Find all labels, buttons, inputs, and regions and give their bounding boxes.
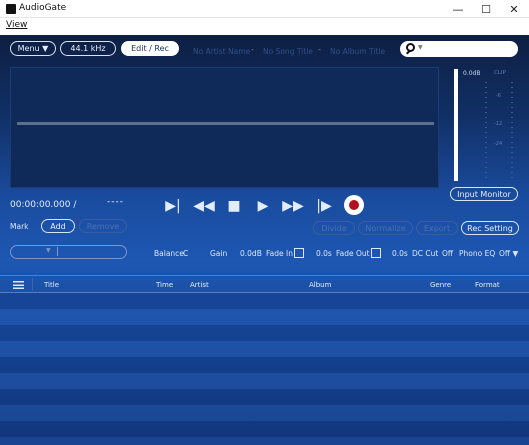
level-meter-db: 0.0dB <box>463 70 481 77</box>
app-body: Menu ▼ 44.1 kHz Edit / Rec No Artist Nam… <box>0 35 529 445</box>
column-time[interactable]: Time <box>156 281 173 289</box>
balance-value[interactable]: C <box>183 249 188 258</box>
meter-mark: -12 <box>494 121 503 127</box>
rewind-button[interactable]: ◀◀ <box>193 195 215 217</box>
meter-scale-right <box>511 82 513 182</box>
fade-out-checkbox[interactable] <box>371 248 381 258</box>
table-row[interactable] <box>0 389 529 405</box>
fade-in-value[interactable]: 0.0s <box>316 249 332 258</box>
meta-separator: - <box>251 45 254 54</box>
edit-rec-button[interactable]: Edit / Rec <box>121 41 179 56</box>
remove-mark-button[interactable]: Remove <box>79 219 127 233</box>
column-title[interactable]: Title <box>44 281 59 289</box>
chevron-down-icon[interactable]: ▼ <box>418 44 423 51</box>
waveform-line <box>17 122 434 125</box>
column-format[interactable]: Format <box>475 281 500 289</box>
table-row[interactable] <box>0 325 529 341</box>
record-button[interactable] <box>344 195 364 215</box>
combo-divider <box>57 247 58 256</box>
balance-label: Balance <box>154 249 184 258</box>
remaining-time-display: ---- <box>107 197 124 207</box>
track-list[interactable] <box>0 293 529 445</box>
meter-mark: -6 <box>496 93 501 99</box>
input-monitor-button[interactable]: Input Monitor <box>450 187 518 201</box>
meter-mark: -24 <box>494 141 503 147</box>
fade-in-checkbox[interactable] <box>294 248 304 258</box>
normalize-button[interactable]: Normalize <box>358 221 413 235</box>
level-meter-bar <box>454 69 458 181</box>
fade-out-value[interactable]: 0.0s <box>392 249 408 258</box>
column-separator <box>32 278 33 291</box>
dc-cut-label: DC Cut <box>412 249 439 258</box>
table-row[interactable] <box>0 373 529 389</box>
window-title: AudioGate <box>19 3 67 13</box>
column-album[interactable]: Album <box>309 281 331 289</box>
fade-in-label: Fade In <box>266 249 293 258</box>
fast-forward-icon: ▶▶ <box>282 198 304 214</box>
play-button[interactable]: ▶ <box>252 195 274 217</box>
gain-value[interactable]: 0.0dB <box>240 249 262 258</box>
search-input[interactable]: ▼ <box>400 41 518 57</box>
waveform-display[interactable] <box>10 67 439 188</box>
menu-icon[interactable] <box>13 281 24 289</box>
phono-eq-label: Phono EQ <box>459 249 496 258</box>
table-row[interactable] <box>0 293 529 309</box>
rewind-icon: ◀◀ <box>193 198 215 214</box>
fade-out-label: Fade Out <box>336 249 370 258</box>
gain-label: Gain <box>210 249 228 258</box>
track-table-header: Title Time Artist Album Genre Format <box>0 275 529 293</box>
table-row[interactable] <box>0 421 529 437</box>
table-row[interactable] <box>0 437 529 445</box>
maximize-button[interactable]: ☐ <box>472 0 500 18</box>
table-row[interactable] <box>0 341 529 357</box>
table-row[interactable] <box>0 357 529 373</box>
title-bar: AudioGate — ☐ ✕ <box>0 0 529 18</box>
skip-to-end-button[interactable]: ▶| <box>162 195 184 217</box>
record-icon <box>349 200 359 210</box>
stop-icon: ■ <box>227 198 241 214</box>
column-genre[interactable]: Genre <box>430 281 451 289</box>
time-display: 00:00:00.000 / <box>10 200 77 210</box>
table-row[interactable] <box>0 309 529 325</box>
skip-next-icon: |▶ <box>316 198 332 214</box>
stop-button[interactable]: ■ <box>223 195 245 217</box>
minimize-button[interactable]: — <box>444 0 472 18</box>
skip-end-icon: ▶| <box>165 198 181 214</box>
divide-button[interactable]: Divide <box>313 221 355 235</box>
app-icon <box>6 4 16 14</box>
meta-separator: - <box>318 45 321 54</box>
table-row[interactable] <box>0 405 529 421</box>
sample-rate-button[interactable]: 44.1 kHz <box>60 41 116 56</box>
artist-name-field[interactable]: No Artist Name <box>193 47 250 56</box>
phono-eq-select[interactable]: Off ▼ <box>499 249 518 258</box>
rec-setting-button[interactable]: Rec Setting <box>461 221 519 235</box>
fast-forward-button[interactable]: ▶▶ <box>282 195 304 217</box>
menu-bar: View <box>0 18 529 35</box>
column-artist[interactable]: Artist <box>190 281 209 289</box>
chevron-down-icon: ▼ <box>46 247 51 254</box>
menu-button[interactable]: Menu ▼ <box>10 41 56 56</box>
mark-label: Mark <box>10 222 29 231</box>
close-button[interactable]: ✕ <box>500 0 528 18</box>
menu-view[interactable]: View <box>6 20 27 30</box>
add-mark-button[interactable]: Add <box>41 219 75 233</box>
clip-indicator: CLIP <box>494 70 506 76</box>
skip-next-button[interactable]: |▶ <box>313 195 335 217</box>
export-button[interactable]: Export <box>416 221 458 235</box>
mark-select[interactable]: ▼ <box>10 245 127 259</box>
dc-cut-value[interactable]: Off <box>442 249 453 258</box>
play-icon: ▶ <box>257 198 269 214</box>
song-title-field[interactable]: No Song Title <box>263 47 313 56</box>
album-title-field[interactable]: No Album Title <box>330 47 385 56</box>
meter-scale-left <box>485 82 487 182</box>
